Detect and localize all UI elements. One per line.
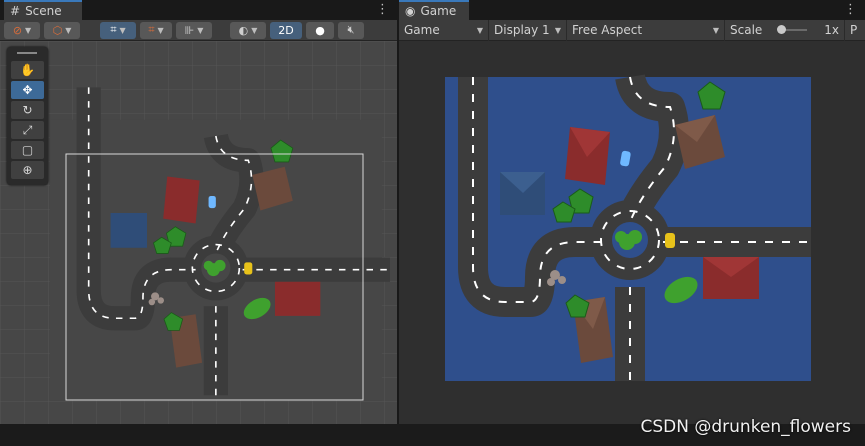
- watermark-text: CSDN @drunken_flowers: [640, 417, 852, 437]
- rect-tool-button[interactable]: ▢: [11, 141, 44, 159]
- rotate-tool-button[interactable]: ↻: [11, 101, 44, 119]
- scene-toolbar: ⊘ ▼ ⬡ ▼ ⌗ ▼ ⌗ ▼ ⊪ ▼ ◐ ▼ 2D ● 🔇︎: [0, 20, 397, 41]
- audio-toggle-button[interactable]: 🔇︎: [338, 21, 364, 39]
- increment-snap-button[interactable]: ⌗ ▼: [140, 21, 172, 39]
- snap-increment-icon: ⌗: [148, 23, 155, 36]
- scale-label: Scale: [730, 23, 763, 37]
- tools-overlay: ✋ ✥ ↻ ⤢ ▢ ⊕: [7, 47, 48, 185]
- tab-game[interactable]: ◉ Game: [399, 0, 469, 20]
- shading-mode-icon: ⊘: [12, 23, 23, 37]
- scale-tool-button[interactable]: ⤢: [11, 121, 44, 139]
- game-view-dropdown[interactable]: Game ▼: [399, 19, 489, 41]
- tab-scene[interactable]: # Scene: [4, 0, 82, 20]
- play-focused-dropdown[interactable]: P: [845, 20, 865, 41]
- move-icon: ✥: [22, 83, 33, 97]
- scene-panel: # Scene ⋮ ⊘ ▼ ⬡ ▼ ⌗ ▼ ⌗ ▼ ⊪ ▼ ◐ ▼ 2D ● 🔇︎: [0, 0, 397, 424]
- scale-control: Scale 1x: [725, 19, 845, 41]
- scene-level-map: [49, 87, 391, 401]
- game-panel: ◉ Game ⋮ Game ▼ Display 1 ▼ Free Aspect ▼ S…: [399, 0, 865, 424]
- draw-mode-button[interactable]: ⊘ ▼: [4, 21, 40, 39]
- grid-snap-button[interactable]: ⌗ ▼: [100, 21, 136, 39]
- rotate-icon: ↻: [22, 103, 33, 117]
- gizmos-toggle-button[interactable]: ⬡ ▼: [44, 21, 80, 39]
- transform-tool-button[interactable]: ⊕: [11, 161, 44, 179]
- scene-viewport[interactable]: [0, 41, 397, 424]
- cube-icon: ⬡: [52, 23, 63, 37]
- aspect-label: Free Aspect: [572, 23, 643, 37]
- hand-icon: ✋: [20, 63, 35, 77]
- game-canvas: [399, 41, 865, 424]
- display-dropdown[interactable]: Display 1 ▼: [489, 19, 567, 41]
- aspect-dropdown[interactable]: Free Aspect ▼: [567, 19, 725, 41]
- game-tab-menu-icon[interactable]: ⋮: [844, 2, 857, 17]
- display-label: Display 1: [494, 23, 550, 37]
- move-tool-button[interactable]: ✥: [11, 81, 44, 99]
- lighting-toggle-button[interactable]: ●: [306, 21, 334, 39]
- scene-canvas: [0, 41, 397, 424]
- hand-tool-button[interactable]: ✋: [11, 61, 44, 79]
- scene-tab-bar: # Scene ⋮: [0, 0, 397, 20]
- transform-icon: ⊕: [22, 163, 33, 177]
- render-mode-button[interactable]: ◐ ▼: [230, 21, 266, 39]
- light-bulb-icon: ●: [315, 23, 325, 37]
- game-toolbar: Game ▼ Display 1 ▼ Free Aspect ▼ Scale 1x P: [399, 19, 865, 41]
- grid-snap-icon: ⌗: [110, 23, 117, 36]
- scene-tab-menu-icon[interactable]: ⋮: [376, 2, 389, 17]
- grid-icon: #: [10, 4, 21, 18]
- sphere-icon: ◐: [238, 23, 249, 37]
- 2d-mode-button[interactable]: 2D: [270, 21, 302, 39]
- game-view-label: Game: [404, 23, 440, 37]
- scene-tab-label: Scene: [25, 4, 62, 18]
- scale-slider[interactable]: [777, 25, 808, 34]
- speaker-mute-icon: 🔇︎: [347, 23, 355, 36]
- game-tab-label: Game: [420, 4, 457, 18]
- scale-value: 1x: [824, 23, 839, 37]
- rect-icon: ▢: [21, 143, 34, 157]
- play-focused-label: P: [850, 23, 858, 37]
- game-level-map: [445, 77, 811, 381]
- game-viewport[interactable]: [399, 41, 865, 424]
- ruler-icon: ⊪: [184, 23, 195, 37]
- scale-slider-handle[interactable]: [777, 25, 787, 34]
- scale-icon: ⤢: [22, 122, 33, 137]
- ruler-snap-button[interactable]: ⊪ ▼: [176, 21, 212, 39]
- game-tab-bar: ◉ Game ⋮: [399, 0, 865, 20]
- overlay-drag-handle[interactable]: [17, 52, 37, 54]
- gamepad-icon: ◉: [405, 4, 416, 18]
